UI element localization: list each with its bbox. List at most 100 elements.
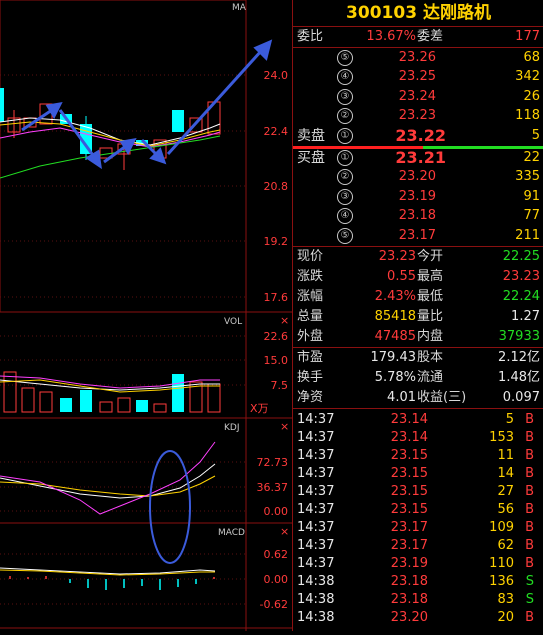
sell-level-1[interactable]: 卖盘 ① 23.22 5: [293, 127, 543, 145]
price-tick: 17.6: [264, 291, 289, 304]
tick-side: B: [525, 538, 534, 553]
stat-label: 收益(三): [417, 390, 467, 405]
divider: [293, 47, 543, 48]
stat-label: 今开: [417, 249, 444, 264]
price-tick: 24.0: [264, 69, 289, 82]
buy-level-4[interactable]: ④ 23.18 77: [293, 207, 543, 225]
stat-row: 涨跌 0.55 最高 23.23: [293, 268, 543, 286]
macd-label: MACD: [218, 528, 245, 538]
sell-level-3[interactable]: ③ 23.24 26: [293, 88, 543, 106]
vol-label: VOL: [224, 317, 242, 327]
weicha-label: 委差: [417, 29, 444, 44]
tick-volume: 5: [505, 412, 514, 427]
sell-level-4[interactable]: ④ 23.25 342: [293, 68, 543, 86]
tick-row: 14:37 23.15 56 B: [293, 501, 543, 519]
kdj-tick: 36.37: [257, 481, 289, 494]
buy-level-1[interactable]: 买盘 ① 23.21 22: [293, 149, 543, 167]
macd-tick: 0.00: [264, 573, 289, 586]
tick-volume: 136: [489, 574, 514, 589]
stat-label: 量比: [417, 309, 444, 324]
tick-side: B: [525, 448, 534, 463]
stat-value: 1.27: [511, 309, 540, 324]
tick-price: 23.15: [390, 502, 428, 517]
stat-label: 市盈: [297, 350, 324, 365]
weibi-label: 委比: [297, 29, 324, 44]
tick-time: 14:37: [297, 520, 335, 535]
tick-price: 23.15: [390, 484, 428, 499]
tick-price: 23.14: [390, 430, 428, 445]
stat-value: 2.43%: [374, 289, 416, 304]
kline-chart-svg[interactable]: MA VOL KDJ MACD 24.0 22.4 20.8 19.2 17.6…: [0, 0, 292, 631]
tick-price: 23.15: [390, 448, 428, 463]
buy-level-2[interactable]: ② 23.20 335: [293, 168, 543, 186]
vol-axis: 22.6 15.0 7.5: [264, 330, 289, 392]
tick-row: 14:37 23.19 110 B: [293, 555, 543, 573]
macd-dea-line: [0, 569, 215, 576]
price-panel-frame: [0, 0, 247, 313]
level-badge: ①: [337, 128, 353, 144]
stat-label: 最低: [417, 289, 444, 304]
kdj-axis: 72.73 36.37 0.00: [257, 456, 289, 518]
stat-value: 22.25: [502, 249, 540, 264]
vol-unit: X万: [250, 402, 269, 415]
sell-level-2[interactable]: ② 23.23 118: [293, 107, 543, 125]
level-badge: ③: [337, 189, 353, 205]
stock-header: 300103 达刚路机: [293, 0, 543, 26]
price-tick: 22.4: [264, 125, 289, 138]
stat-value: 1.48亿: [498, 370, 540, 385]
sell-price: 23.24: [398, 89, 436, 104]
ma-label: MA: [232, 3, 247, 13]
stat-label: 内盘: [417, 329, 444, 344]
sell-level-5[interactable]: ⑤ 23.26 68: [293, 49, 543, 67]
tick-time: 14:37: [297, 466, 335, 481]
sell-volume: 68: [523, 50, 540, 65]
stat-label: 涨跌: [297, 269, 324, 284]
tick-price: 23.20: [390, 610, 428, 625]
stat-label: 外盘: [297, 329, 324, 344]
tick-volume: 20: [497, 610, 514, 625]
close-panel-icon[interactable]: ×: [280, 420, 289, 433]
weibi-value: 13.67%: [366, 29, 416, 44]
quote-panel: 300103 达刚路机 委比 13.67% 委差 177 ⑤ 23.26 68 …: [292, 0, 543, 631]
sell-price: 23.26: [398, 50, 436, 65]
stat-value: 2.12亿: [498, 350, 540, 365]
kdj-tick: 0.00: [264, 505, 289, 518]
tick-price: 23.18: [390, 592, 428, 607]
tick-time: 14:37: [297, 430, 335, 445]
stat-row: 涨幅 2.43% 最低 22.24: [293, 288, 543, 306]
close-panel-icon[interactable]: ×: [280, 314, 289, 327]
stat-value: 23.23: [378, 249, 416, 264]
tick-price: 23.15: [390, 466, 428, 481]
stat-value: 0.55: [387, 269, 416, 284]
tick-row: 14:37 23.17 109 B: [293, 519, 543, 537]
level-badge: ④: [337, 69, 353, 85]
tick-price: 23.17: [390, 520, 428, 535]
stat-label: 流通: [417, 370, 444, 385]
buy-level-3[interactable]: ③ 23.19 91: [293, 188, 543, 206]
level-badge: ①: [337, 150, 353, 166]
kline-chart-area[interactable]: MA VOL KDJ MACD 24.0 22.4 20.8 19.2 17.6…: [0, 0, 292, 631]
price-tick: 19.2: [264, 235, 289, 248]
buy-level-5[interactable]: ⑤ 23.17 211: [293, 227, 543, 245]
tick-time: 14:38: [297, 592, 335, 607]
tick-side: B: [525, 412, 534, 427]
stat-label: 现价: [297, 249, 324, 264]
sell-volume: 118: [515, 108, 540, 123]
close-panel-icon[interactable]: ×: [280, 525, 289, 538]
stat-value: 22.24: [502, 289, 540, 304]
tick-row: 14:37 23.15 14 B: [293, 465, 543, 483]
sell-volume: 342: [515, 69, 540, 84]
annotation-arrows: [21, 39, 273, 170]
tick-side: B: [525, 520, 534, 535]
tick-row: 14:37 23.14 5 B: [293, 411, 543, 429]
tick-time: 14:37: [297, 448, 335, 463]
tick-volume: 27: [497, 484, 514, 499]
stat-row: 净资 4.01 收益(三) 0.097: [293, 389, 543, 407]
tick-price: 23.18: [390, 574, 428, 589]
stat-value: 4.01: [387, 390, 416, 405]
tick-side: B: [525, 466, 534, 481]
level-badge: ②: [337, 108, 353, 124]
divider: [293, 26, 543, 27]
tick-side: B: [525, 484, 534, 499]
tick-side: B: [525, 610, 534, 625]
